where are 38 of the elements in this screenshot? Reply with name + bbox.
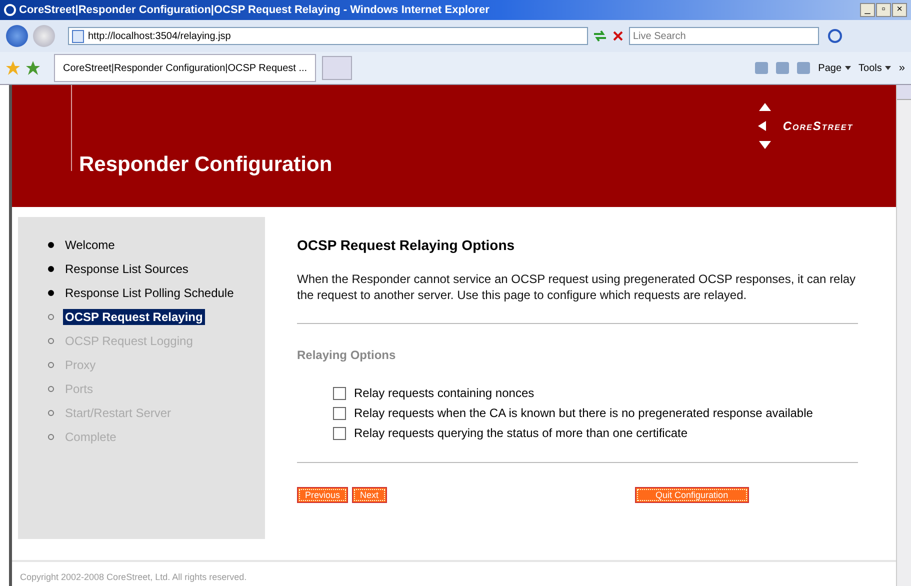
option-label: Relay requests when the CA is known but there is no pregenerated response available [354, 406, 813, 420]
nav-link[interactable]: OCSP Request Relaying [63, 309, 205, 325]
back-icon[interactable] [6, 25, 28, 47]
section-heading: OCSP Request Relaying Options [297, 237, 516, 253]
description: When the Responder cannot service an OCSP request using pregenerated OCSP responses, it can relay the request to another server. Use this page to configure which requests are relayed. [297, 271, 857, 303]
page-title: Responder Configuration [79, 153, 332, 177]
scrollbar[interactable] [896, 85, 911, 586]
checkbox[interactable] [333, 406, 346, 420]
menu-button[interactable]: Page [818, 62, 842, 74]
star-icon[interactable] [26, 61, 40, 75]
nav-link[interactable]: Response List Polling Schedule [63, 285, 236, 301]
new-tab-button[interactable] [322, 56, 352, 80]
copyright: Copyright 2002-2008 CoreStreet, Ltd. All rights reserved. [12, 560, 896, 586]
logo: CoreStreet [748, 103, 888, 133]
window-control[interactable]: × [892, 3, 907, 17]
nav-link[interactable]: Response List Sources [63, 261, 190, 277]
close-icon[interactable] [612, 30, 624, 42]
checkbox[interactable] [333, 426, 346, 440]
browser-tab[interactable]: CoreStreet|Responder Configuration|OCSP Request ... [54, 54, 316, 82]
option-label: Relay requests querying the status of more than one certificate [354, 426, 688, 440]
caret-icon[interactable] [844, 66, 851, 70]
star-icon[interactable] [6, 61, 20, 75]
address-field[interactable]: http://localhost:3504/relaying.jsp [68, 27, 588, 45]
overflow-button[interactable]: » [898, 62, 905, 74]
window-control[interactable]: _ [860, 3, 875, 17]
option-label: Relay requests containing nonces [354, 386, 534, 400]
arrows-icon[interactable] [593, 30, 607, 42]
menu-button[interactable]: Tools [858, 62, 882, 74]
caret-icon[interactable] [884, 66, 891, 70]
search-field[interactable]: Live Search [629, 27, 819, 45]
page-icon [72, 30, 84, 42]
arrows-icon [758, 103, 772, 149]
window-control[interactable]: ▫ [876, 3, 891, 17]
scroll-up-icon[interactable] [897, 85, 911, 100]
group-label: Relaying Options [297, 348, 397, 362]
checkbox[interactable] [333, 386, 346, 400]
nav-link[interactable]: Welcome [63, 237, 117, 253]
window-title: CoreStreet|Responder Configuration|OCSP Request Relaying - Windows Internet Explorer [19, 4, 490, 16]
